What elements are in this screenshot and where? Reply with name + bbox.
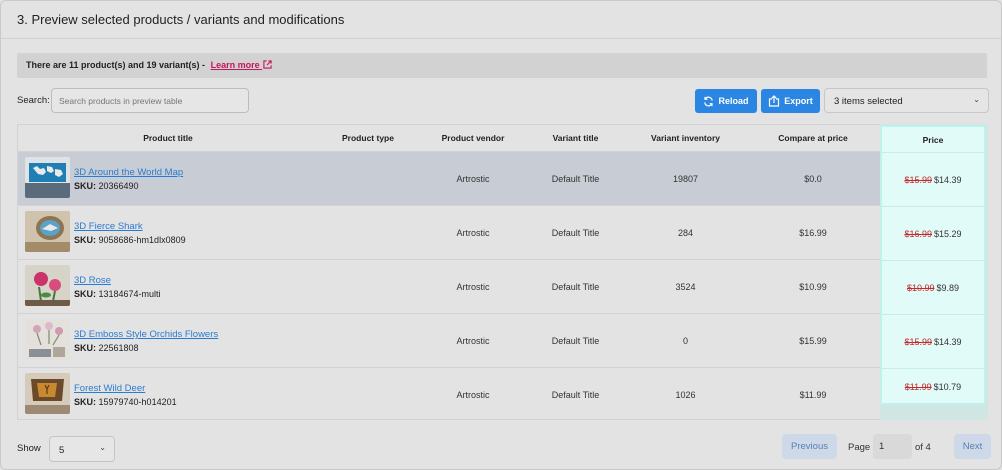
previous-page-button[interactable]: Previous bbox=[782, 434, 837, 459]
price-cell: $15.99 $14.39 bbox=[882, 314, 984, 368]
variant-inventory-cell: 1026 bbox=[675, 390, 696, 400]
compare-at-price-cell: $10.99 bbox=[799, 282, 827, 292]
variant-title-cell: Default Title bbox=[551, 174, 600, 184]
product-title-link[interactable]: 3D Around the World Map bbox=[74, 167, 183, 178]
page-number-input[interactable]: 1 bbox=[873, 434, 912, 459]
reload-label: Reload bbox=[718, 96, 749, 106]
variant-title-cell: Default Title bbox=[551, 336, 600, 346]
original-price: $10.99 bbox=[906, 283, 935, 293]
compare-at-price-cell: $15.99 bbox=[799, 336, 827, 346]
product-vendor-cell: Artrostic bbox=[456, 282, 490, 292]
product-vendor-cell: Artrostic bbox=[456, 228, 490, 238]
product-sku: SKU: 13184674-multi bbox=[74, 289, 161, 299]
preview-table: Product title Product type Product vendo… bbox=[17, 124, 988, 421]
product-thumbnail bbox=[25, 319, 70, 360]
variant-inventory-cell: 19807 bbox=[672, 174, 699, 184]
product-thumbnail bbox=[25, 211, 70, 252]
table-row[interactable]: 3D Emboss Style Orchids Flowers SKU: 225… bbox=[18, 313, 986, 367]
product-type-cell bbox=[318, 206, 418, 260]
price-column: Price $15.99 $14.39 $16.99 $15.29 $10.99 $9… bbox=[880, 125, 986, 405]
new-price: $10.79 bbox=[933, 382, 962, 392]
variant-title-cell: Default Title bbox=[551, 228, 600, 238]
new-price: $9.89 bbox=[936, 283, 960, 293]
external-link-icon bbox=[263, 60, 272, 69]
column-header-variant-title[interactable]: Variant title bbox=[528, 125, 623, 151]
product-sku: SKU: 20366490 bbox=[74, 181, 139, 191]
product-vendor-cell: Artrostic bbox=[456, 336, 490, 346]
search-input[interactable] bbox=[51, 88, 249, 113]
variant-title-cell: Default Title bbox=[551, 282, 600, 292]
product-thumbnail bbox=[25, 373, 70, 414]
price-cell: $15.99 $14.39 bbox=[882, 152, 984, 206]
page-size-select[interactable]: 5 ⌄ bbox=[49, 436, 115, 462]
variant-inventory-cell: 284 bbox=[677, 228, 694, 238]
new-price: $15.29 bbox=[934, 229, 962, 239]
product-sku: SKU: 22561808 bbox=[74, 343, 139, 353]
compare-at-price-cell: $11.99 bbox=[799, 390, 827, 400]
page-total-label: of 4 bbox=[915, 442, 931, 453]
original-price: $16.99 bbox=[904, 229, 932, 239]
new-price: $14.39 bbox=[934, 337, 962, 347]
column-header-product-vendor[interactable]: Product vendor bbox=[418, 125, 528, 151]
price-cell: $11.99 $10.79 bbox=[882, 368, 984, 403]
price-cell: $16.99 $15.29 bbox=[882, 206, 984, 260]
product-type-cell bbox=[318, 152, 418, 206]
page-size-value: 5 bbox=[59, 445, 65, 456]
refresh-icon bbox=[704, 96, 714, 106]
product-sku: SKU: 9058686-hm1dlx0809 bbox=[74, 235, 186, 245]
preview-panel: 3. Preview selected products / variants … bbox=[0, 0, 1002, 470]
product-sku: SKU: 15979740-h014201 bbox=[74, 397, 177, 407]
notice-text: There are 11 product(s) and 19 variant(s… bbox=[26, 60, 206, 70]
product-thumbnail bbox=[25, 157, 70, 198]
variant-inventory-cell: 3524 bbox=[675, 282, 696, 292]
page-title: 3. Preview selected products / variants … bbox=[17, 12, 345, 27]
product-type-cell bbox=[318, 368, 418, 422]
column-header-variant-inventory[interactable]: Variant inventory bbox=[623, 125, 748, 151]
export-button[interactable]: Export bbox=[761, 89, 820, 113]
export-label: Export bbox=[784, 96, 813, 106]
product-thumbnail bbox=[25, 265, 70, 306]
table-row[interactable]: 3D Fierce Shark SKU: 9058686-hm1dlx0809 … bbox=[18, 205, 986, 259]
product-title-link[interactable]: 3D Emboss Style Orchids Flowers bbox=[74, 329, 218, 340]
table-row[interactable]: 3D Rose SKU: 13184674-multi Artrostic De… bbox=[18, 259, 986, 313]
selection-count-text: 3 items selected bbox=[834, 96, 903, 107]
chevron-down-icon: ⌄ bbox=[973, 95, 980, 104]
column-header-product-type[interactable]: Product type bbox=[318, 125, 418, 151]
variant-inventory-cell: 0 bbox=[682, 336, 688, 346]
column-header-product-title[interactable]: Product title bbox=[18, 125, 318, 151]
page-label: Page bbox=[848, 442, 871, 453]
panel-header: 3. Preview selected products / variants … bbox=[1, 1, 1001, 39]
info-notice: There are 11 product(s) and 19 variant(s… bbox=[17, 53, 987, 78]
new-price: $14.39 bbox=[934, 175, 962, 185]
column-header-price[interactable]: Price bbox=[882, 127, 984, 153]
product-type-cell bbox=[318, 260, 418, 314]
table-row[interactable]: 3D Around the World Map SKU: 20366490 Ar… bbox=[18, 151, 986, 205]
reload-button[interactable]: Reload bbox=[695, 89, 757, 113]
product-title-link[interactable]: 3D Fierce Shark bbox=[74, 221, 143, 232]
next-page-button[interactable]: Next bbox=[954, 434, 991, 459]
compare-at-price-cell: $0.0 bbox=[804, 174, 822, 184]
table-row[interactable]: Forest Wild Deer SKU: 15979740-h014201 A… bbox=[18, 367, 986, 421]
original-price: $15.99 bbox=[904, 337, 932, 347]
product-title-link[interactable]: Forest Wild Deer bbox=[74, 383, 145, 394]
product-vendor-cell: Artrostic bbox=[456, 174, 490, 184]
compare-at-price-cell: $16.99 bbox=[799, 228, 827, 238]
show-label: Show bbox=[17, 443, 41, 454]
price-cell: $10.99 $9.89 bbox=[882, 260, 984, 314]
column-header-compare-at-price[interactable]: Compare at price bbox=[748, 125, 878, 151]
original-price: $11.99 bbox=[904, 382, 932, 392]
product-type-cell bbox=[318, 314, 418, 368]
export-icon bbox=[769, 95, 780, 107]
product-vendor-cell: Artrostic bbox=[456, 390, 490, 400]
product-title-link[interactable]: 3D Rose bbox=[74, 275, 111, 286]
learn-more-link[interactable]: Learn more bbox=[211, 60, 273, 70]
variant-title-cell: Default Title bbox=[551, 390, 600, 400]
original-price: $15.99 bbox=[904, 175, 932, 185]
search-label: Search: bbox=[17, 95, 50, 106]
bulk-selection-dropdown[interactable]: 3 items selected ⌄ bbox=[824, 88, 989, 113]
chevron-down-icon: ⌄ bbox=[99, 443, 106, 452]
